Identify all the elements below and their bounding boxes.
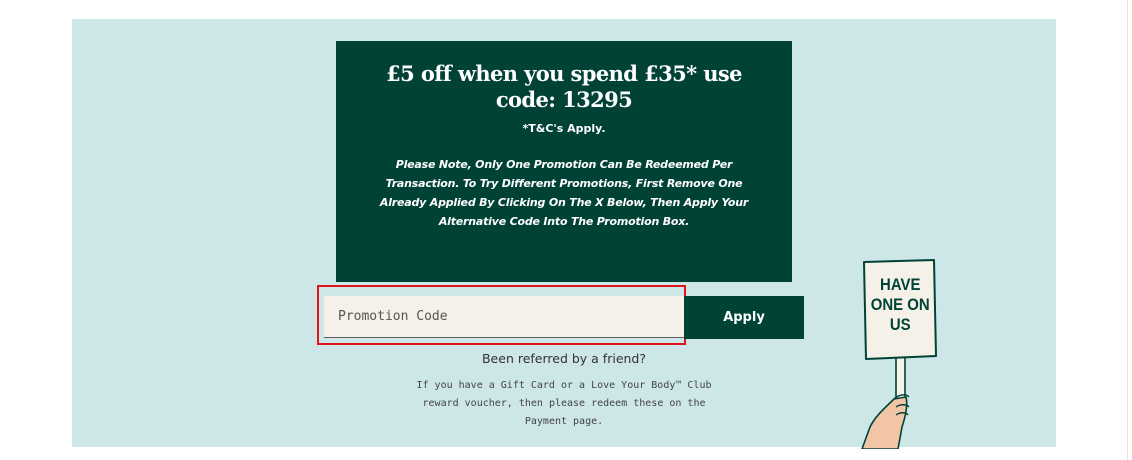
referred-by-friend-link[interactable]: Been referred by a friend? (464, 351, 664, 366)
sign-line-1: HAVE (880, 276, 921, 294)
gift-card-note: If you have a Gift Card or a Love Your B… (416, 380, 712, 427)
promotion-code-input[interactable] (324, 296, 684, 338)
promo-terms: *T&C's Apply. (522, 122, 606, 135)
promo-headline: £5 off when you spend £35* use code: 132… (386, 61, 742, 112)
apply-button[interactable]: Apply (684, 296, 804, 339)
promotion-panel: £5 off when you spend £35* use code: 132… (72, 19, 1056, 449)
promo-note: Please Note, Only One Promotion Can Be R… (379, 158, 749, 228)
sign-line-2: ONE ON (871, 296, 930, 314)
page-edge-divider (1127, 0, 1128, 460)
sign-line-3: US (890, 316, 911, 334)
promo-banner: £5 off when you spend £35* use code: 132… (336, 41, 792, 282)
hand-holding-sign-icon: HAVE ONE ON US (861, 259, 937, 449)
